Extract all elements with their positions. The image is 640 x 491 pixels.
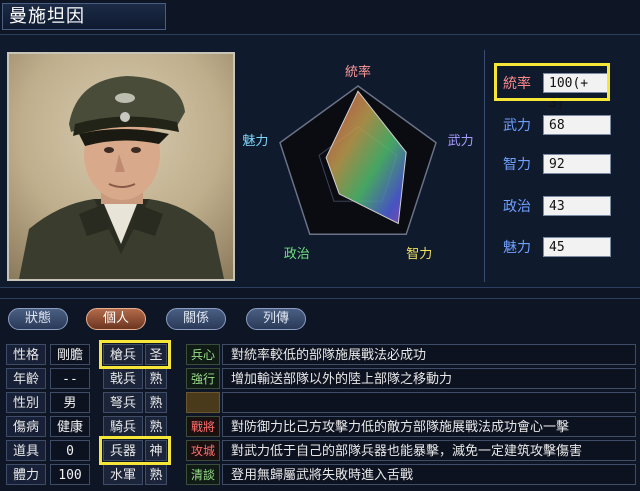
stat-value: 68 (543, 115, 611, 135)
stat-row-charisma: 魅力 45 (497, 236, 611, 258)
stat-row-war: 武力 68 (497, 114, 611, 136)
general-name-title: 曼施坦因 (2, 3, 166, 30)
stat-row-politics: 政治 43 (497, 195, 611, 217)
skill-level: 熟 (145, 416, 167, 437)
stat-value: 45 (543, 237, 611, 257)
portrait-frame (7, 52, 235, 281)
trait-name[interactable]: 攻城 (186, 440, 220, 461)
portrait-image (19, 76, 224, 279)
tab-biography[interactable]: 列傳 (246, 308, 306, 330)
trait-desc: 登用無歸屬武將失敗時進入舌戰 (222, 464, 636, 485)
stat-label: 智力 (503, 157, 531, 173)
tab-personal[interactable]: 個人 (86, 308, 146, 330)
skill-name: 戟兵 (103, 368, 143, 389)
attr-key: 年齡 (6, 368, 46, 389)
radar-label-charisma: 魅力 (242, 134, 268, 149)
highlight-box (99, 340, 171, 369)
radar-label-war: 武力 (448, 134, 474, 149)
highlight-box (494, 63, 610, 101)
attr-key: 傷病 (6, 416, 46, 437)
attr-key: 性格 (6, 344, 46, 365)
radar-label-leadership: 統率 (345, 64, 371, 80)
stat-label: 武力 (503, 118, 531, 134)
attr-value: -- (50, 368, 90, 389)
attr-value: 剛膽 (50, 344, 90, 365)
attr-key: 性別 (6, 392, 46, 413)
radar-chart: 統率 武力 智力 政治 魅力 (238, 56, 478, 276)
attr-value: 健康 (50, 416, 90, 437)
trait-desc: 對武力低于自己的部隊兵器也能暴擊，滅免一定建筑攻擊傷害 (222, 440, 636, 461)
stat-value: 43 (543, 196, 611, 216)
attr-value: 100 (50, 464, 90, 485)
skill-name: 水軍 (103, 464, 143, 485)
skill-level: 熟 (145, 464, 167, 485)
trait-desc: 增加輸送部隊以外的陸上部隊之移動力 (222, 368, 636, 389)
trait-name[interactable]: 戰將 (186, 416, 220, 437)
stat-value: 92 (543, 154, 611, 174)
radar-label-politics: 政治 (284, 247, 310, 262)
skill-name: 騎兵 (103, 416, 143, 437)
trait-name[interactable]: 強行 (186, 368, 220, 389)
skill-level: 熟 (145, 392, 167, 413)
skill-level: 熟 (145, 368, 167, 389)
attr-value: 0 (50, 440, 90, 461)
attr-key: 道具 (6, 440, 46, 461)
highlight-box (99, 436, 171, 465)
tab-relations[interactable]: 關係 (166, 308, 226, 330)
skill-name: 弩兵 (103, 392, 143, 413)
stat-label: 魅力 (503, 240, 531, 256)
tab-status[interactable]: 狀態 (8, 308, 68, 330)
trait-desc: 對防御力比己方攻擊力低的敵方部隊施展戰法成功會心一擊 (222, 416, 636, 437)
trait-name[interactable]: 清談 (186, 464, 220, 485)
attr-value: 男 (50, 392, 90, 413)
personal-panel: 性格 剛膽 槍兵 圣 兵心 對統率較低的部隊施展戰法必成功 年齡 -- 戟兵 熟… (0, 336, 640, 491)
radar-label-intelligence: 智力 (406, 247, 432, 262)
trait-name[interactable]: 兵心 (186, 344, 220, 365)
trait-desc (222, 392, 636, 413)
stats-panel: 統率 100(+ 3) 武力 68 智力 92 政治 43 魅力 45 (484, 50, 636, 282)
stat-row-intelligence: 智力 92 (497, 153, 611, 175)
divider (0, 298, 640, 299)
general-portrait (9, 54, 233, 279)
trait-name[interactable] (186, 392, 220, 413)
trait-desc: 對統率較低的部隊施展戰法必成功 (222, 344, 636, 365)
attr-key: 體力 (6, 464, 46, 485)
stat-label: 政治 (503, 199, 531, 215)
radar-svg: 統率 武力 智力 政治 魅力 (242, 64, 474, 262)
